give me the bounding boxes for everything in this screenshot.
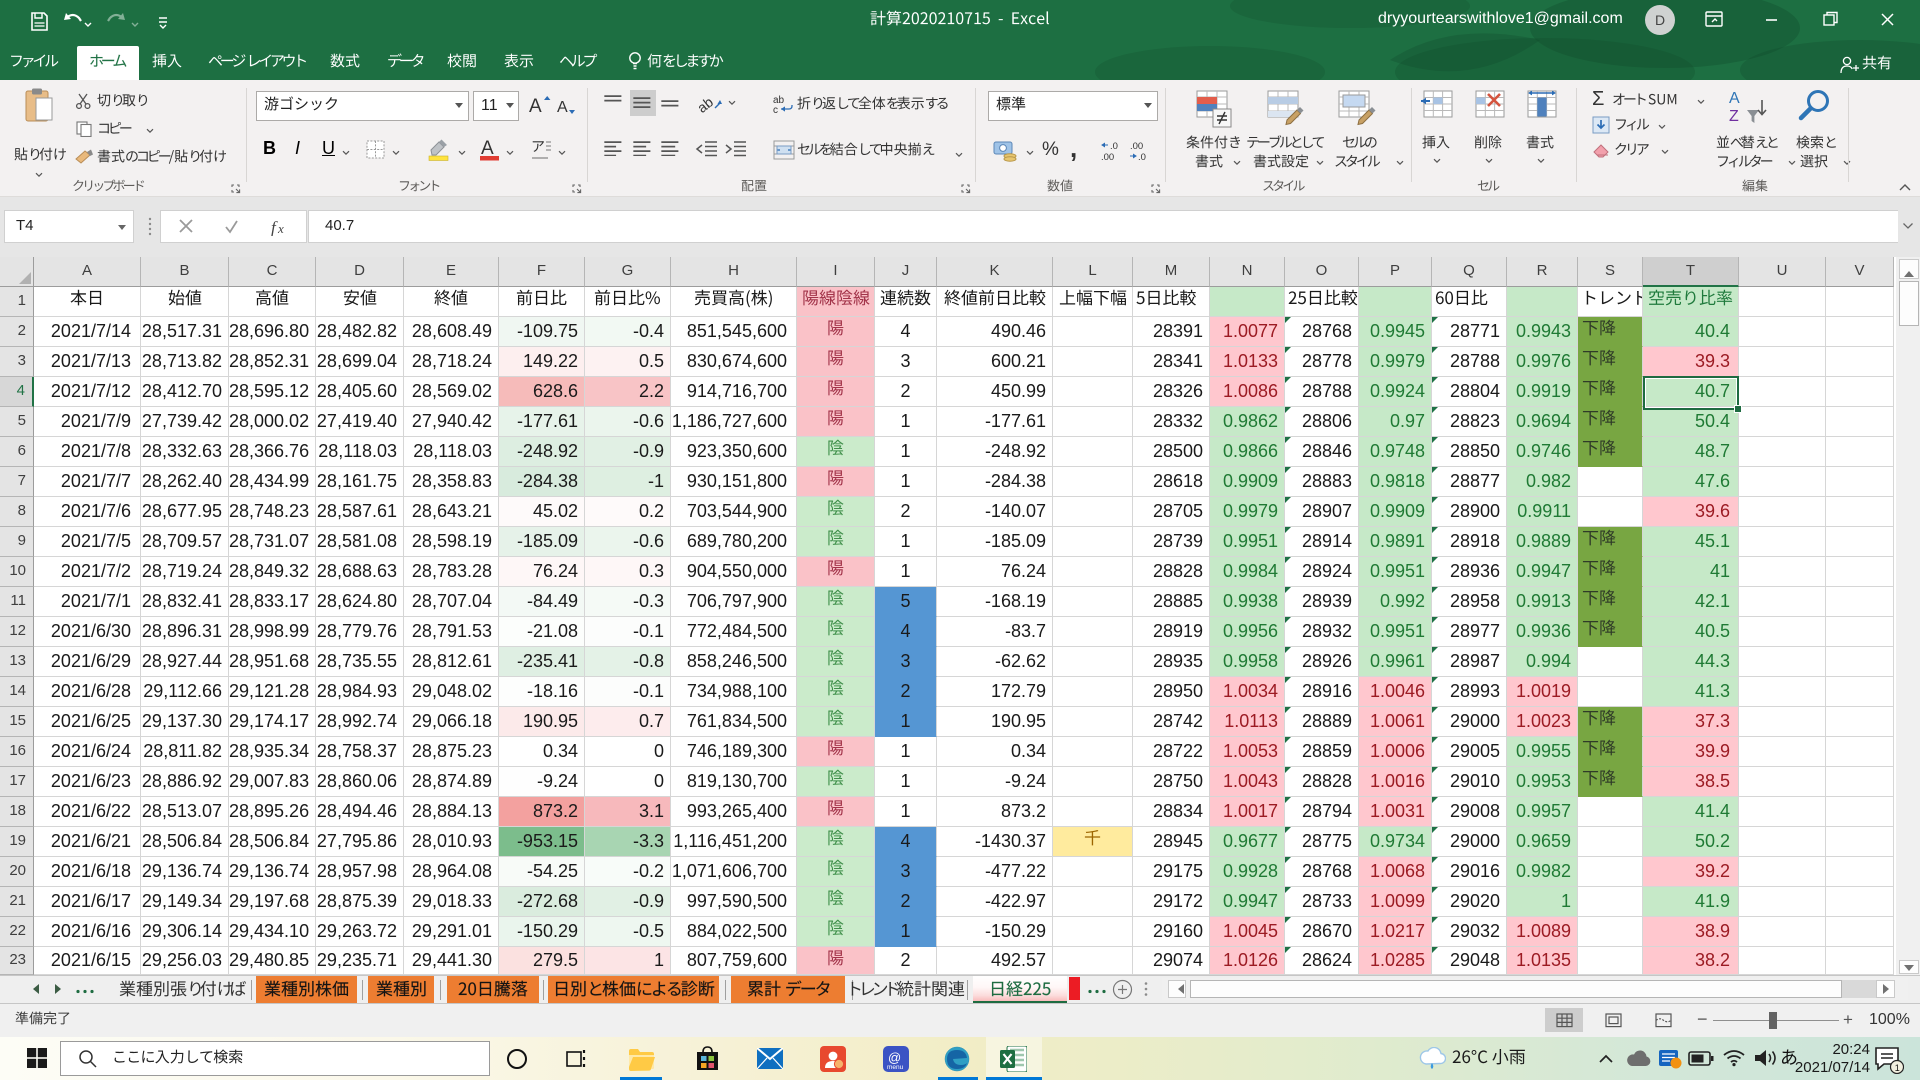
svg-text:x: x <box>277 221 284 236</box>
svg-text:f: f <box>271 218 278 236</box>
svg-text:c: c <box>773 105 778 114</box>
svg-text:.0: .0 <box>1138 152 1146 162</box>
svg-text:Z: Z <box>1729 108 1739 125</box>
svg-text:menu: menu <box>887 1064 904 1071</box>
svg-text:A: A <box>1729 90 1740 107</box>
svg-text:.0: .0 <box>1110 141 1118 152</box>
svg-text:.00: .00 <box>1130 141 1143 152</box>
svg-text:ab: ab <box>697 93 716 115</box>
svg-text:A: A <box>481 138 494 159</box>
svg-text:@: @ <box>888 1050 901 1065</box>
svg-text:1: 1 <box>1895 1063 1900 1073</box>
svg-text:A: A <box>557 99 568 116</box>
svg-text:.00: .00 <box>1101 152 1114 162</box>
svg-text:A: A <box>529 96 542 117</box>
